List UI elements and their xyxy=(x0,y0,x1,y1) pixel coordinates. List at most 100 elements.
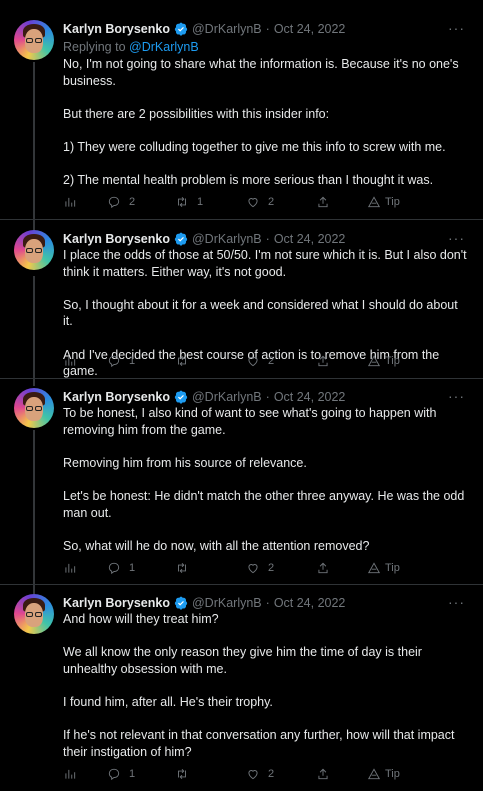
analytics-icon xyxy=(65,197,76,207)
reply-icon xyxy=(108,562,120,575)
like-button[interactable]: 2 xyxy=(246,767,274,781)
more-icon[interactable]: ··· xyxy=(448,594,465,610)
author-name[interactable]: Karlyn Borysenko xyxy=(63,596,170,610)
tweet-paragraph: We all know the only reason they give hi… xyxy=(63,645,422,676)
tip-button[interactable]: Tip xyxy=(367,354,400,368)
author-name[interactable]: Karlyn Borysenko xyxy=(63,390,170,404)
tweet-actions: 1 2 Tip xyxy=(63,354,473,370)
tweet-paragraph: So, what will he do now, with all the at… xyxy=(63,538,370,553)
tweet-date[interactable]: Oct 24, 2022 xyxy=(274,390,346,404)
analytics-button[interactable] xyxy=(63,767,77,781)
reply-button[interactable]: 1 xyxy=(107,767,135,781)
replying-to-label: Replying to xyxy=(63,40,126,54)
tip-button[interactable]: Tip xyxy=(367,561,400,575)
avatar[interactable] xyxy=(14,230,54,270)
retweet-button[interactable]: 1 xyxy=(175,195,203,209)
tweet-header: Karlyn Borysenko @DrKarlynB · Oct 24, 20… xyxy=(63,388,345,406)
author-handle[interactable]: @DrKarlynB xyxy=(192,390,262,404)
author-handle[interactable]: @DrKarlynB xyxy=(192,596,262,610)
like-button[interactable]: 2 xyxy=(246,354,274,368)
share-icon xyxy=(318,355,328,367)
divider xyxy=(0,219,483,220)
divider xyxy=(0,378,483,379)
analytics-button[interactable] xyxy=(63,354,77,368)
verified-badge-icon xyxy=(174,232,188,246)
tweet-paragraph: To be honest, I also kind of want to see… xyxy=(63,406,437,437)
more-icon[interactable]: ··· xyxy=(448,230,465,246)
like-count: 2 xyxy=(268,562,275,574)
retweet-button[interactable] xyxy=(175,561,197,575)
share-button[interactable] xyxy=(316,767,330,781)
tweet-date[interactable]: Oct 24, 2022 xyxy=(274,232,346,246)
replying-to: Replying to @DrKarlynB xyxy=(63,40,199,54)
like-button[interactable]: 2 xyxy=(246,195,274,209)
tip-label: Tip xyxy=(385,768,400,780)
avatar[interactable] xyxy=(14,594,54,634)
author-handle[interactable]: @DrKarlynB xyxy=(192,22,262,36)
separator-dot: · xyxy=(265,232,270,246)
tweet-paragraph: 2) The mental health problem is more ser… xyxy=(63,173,434,188)
tip-label: Tip xyxy=(385,355,400,367)
retweet-button[interactable] xyxy=(175,354,197,368)
tweet-header: Karlyn Borysenko @DrKarlynB · Oct 24, 20… xyxy=(63,20,345,38)
share-button[interactable] xyxy=(316,561,330,575)
tweet-paragraph: I found him, after all. He's their troph… xyxy=(63,694,273,709)
tweet-thread: Karlyn Borysenko @DrKarlynB · Oct 24, 20… xyxy=(0,0,483,791)
analytics-button[interactable] xyxy=(63,561,77,575)
tweet-paragraph: But there are 2 possibilities with this … xyxy=(63,106,330,121)
share-button[interactable] xyxy=(316,354,330,368)
tweet-actions: 1 2 Tip xyxy=(63,767,473,783)
analytics-icon xyxy=(65,563,76,573)
thread-connector xyxy=(33,62,35,230)
tweet-paragraph: No, I'm not going to share what the info… xyxy=(63,57,459,88)
tweet-paragraph: Let's be honest: He didn't match the oth… xyxy=(63,488,465,520)
avatar[interactable] xyxy=(14,388,54,428)
tweet-paragraph: If he's not relevant in that conversatio… xyxy=(63,728,455,759)
reply-icon xyxy=(108,768,120,781)
analytics-icon xyxy=(65,356,76,366)
author-name[interactable]: Karlyn Borysenko xyxy=(63,232,170,246)
tip-icon xyxy=(367,196,381,208)
thread-connector xyxy=(33,276,35,386)
reply-count: 1 xyxy=(129,768,136,780)
reply-button[interactable]: 1 xyxy=(107,354,135,368)
tweet-text: No, I'm not going to share what the info… xyxy=(63,56,468,189)
tweet-header: Karlyn Borysenko @DrKarlynB · Oct 24, 20… xyxy=(63,594,345,612)
share-icon xyxy=(318,562,328,574)
tip-icon xyxy=(367,562,381,574)
like-icon xyxy=(248,564,258,574)
like-button[interactable]: 2 xyxy=(246,561,274,575)
reply-icon xyxy=(108,196,120,209)
verified-badge-icon xyxy=(174,596,188,610)
tweet-paragraph: And how will they treat him? xyxy=(63,612,219,626)
share-icon xyxy=(318,768,328,780)
retweet-icon xyxy=(178,356,186,366)
tip-button[interactable]: Tip xyxy=(367,195,400,209)
reply-count: 1 xyxy=(129,562,136,574)
author-name[interactable]: Karlyn Borysenko xyxy=(63,22,170,36)
replying-to-handle[interactable]: @DrKarlynB xyxy=(129,40,199,54)
like-count: 2 xyxy=(268,768,275,780)
more-icon[interactable]: ··· xyxy=(448,20,465,36)
reply-count: 2 xyxy=(129,196,136,208)
thread-connector xyxy=(33,430,35,594)
author-handle[interactable]: @DrKarlynB xyxy=(192,232,262,246)
tweet-actions: 1 2 Tip xyxy=(63,561,473,577)
tweet-paragraph: Removing him from his source of relevanc… xyxy=(63,455,307,470)
reply-icon xyxy=(108,355,120,368)
retweet-button[interactable] xyxy=(175,767,197,781)
tweet-header: Karlyn Borysenko @DrKarlynB · Oct 24, 20… xyxy=(63,230,345,248)
more-icon[interactable]: ··· xyxy=(448,388,465,404)
tweet-date[interactable]: Oct 24, 2022 xyxy=(274,596,346,610)
reply-button[interactable]: 1 xyxy=(107,561,135,575)
analytics-button[interactable] xyxy=(63,195,77,209)
tip-icon xyxy=(367,355,381,367)
tweet-date[interactable]: Oct 24, 2022 xyxy=(274,22,346,36)
tip-button[interactable]: Tip xyxy=(367,767,400,781)
share-icon xyxy=(318,196,328,208)
avatar[interactable] xyxy=(14,20,54,60)
like-icon xyxy=(248,198,258,208)
share-button[interactable] xyxy=(316,195,330,209)
like-count: 2 xyxy=(268,355,275,367)
reply-button[interactable]: 2 xyxy=(107,195,135,209)
